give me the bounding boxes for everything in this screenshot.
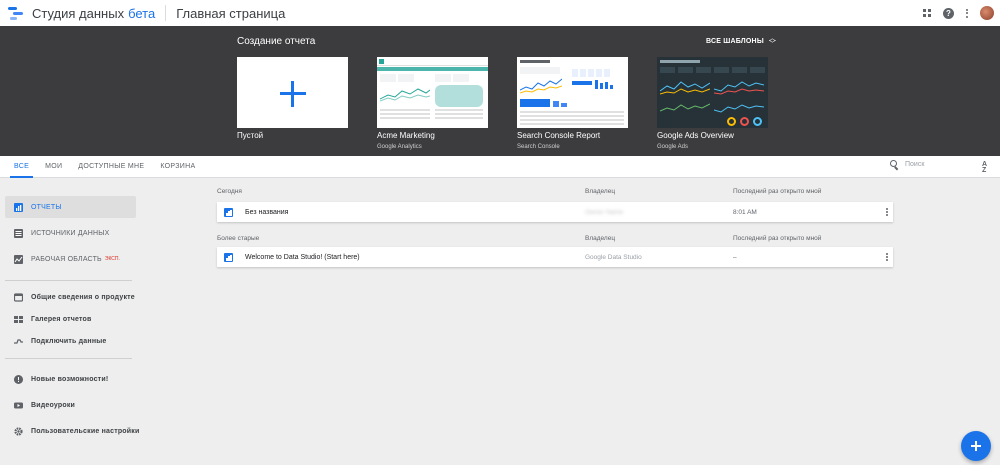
report-name[interactable]: Welcome to Data Studio! (Start here) (245, 254, 360, 261)
more-vert-icon[interactable] (886, 252, 888, 262)
template-thumbnail[interactable] (517, 57, 628, 128)
sidebar-divider (5, 358, 132, 359)
group-label-today: Сегодня (217, 188, 242, 195)
explorer-icon (14, 254, 23, 264)
sidebar-item-label: ОТЧЕТЫ (31, 203, 62, 211)
sidebar-link-video-tutorials[interactable]: Видеоуроки (5, 394, 136, 416)
report-last-opened: 8:01 AM (733, 208, 757, 216)
template-name: Google Ads Overview (657, 131, 734, 140)
whats-new-icon (14, 374, 23, 384)
sidebar-link-label: Галерея отчетов (31, 315, 92, 323)
sidebar-link-product-overview[interactable]: Общие сведения о продукте (5, 286, 136, 308)
table-row[interactable]: Без названия Owner Name 8:01 AM (217, 202, 893, 222)
sidebar-link-whats-new[interactable]: Новые возможности! (5, 368, 136, 390)
template-name: Пустой (237, 131, 264, 140)
app-name[interactable]: Студия данных (32, 6, 124, 21)
all-templates-label: ВСЕ ШАБЛОНЫ (706, 38, 764, 45)
template-source: Google Analytics (377, 144, 422, 150)
template-blank-thumbnail[interactable] (237, 57, 348, 128)
template-gallery: Создание отчета ВСЕ ШАБЛОНЫ ︿ ﹀ Пустой A… (0, 26, 1000, 156)
column-header-owner[interactable]: Владелец (585, 235, 615, 242)
template-name: Acme Marketing (377, 131, 435, 140)
search-icon[interactable] (890, 160, 899, 171)
sidebar-link-user-settings[interactable]: Пользовательские настройки (5, 420, 140, 442)
help-icon[interactable]: ? (943, 7, 954, 19)
template-source: Google Ads (657, 144, 689, 150)
labs-badge: ЭКСП. (104, 256, 120, 262)
report-name[interactable]: Без названия (245, 209, 288, 216)
tab-shared-with-me[interactable]: ДОСТУПНЫЕ МНЕ (70, 156, 152, 178)
tab-all[interactable]: ВСЕ (6, 156, 37, 178)
connect-data-icon (14, 337, 23, 346)
sidebar-link-label: Общие сведения о продукте (31, 293, 135, 301)
sidebar-item-label: РАБОЧАЯ ОБЛАСТЬ (31, 255, 102, 263)
sidebar-link-label: Подключить данные (31, 337, 107, 345)
top-app-bar: Студия данных бета Главная страница ? (0, 0, 1000, 26)
sidebar-item-data-sources[interactable]: ИСТОЧНИКИ ДАННЫХ (5, 222, 136, 244)
plus-icon (280, 81, 306, 107)
sidebar-item-label: ИСТОЧНИКИ ДАННЫХ (31, 229, 110, 237)
template-blank[interactable]: Пустой (237, 57, 348, 140)
template-acme-marketing[interactable]: Acme Marketing Google Analytics (377, 57, 488, 150)
settings-icon (14, 426, 23, 436)
apps-grid-icon[interactable] (923, 9, 931, 17)
sidebar-divider (5, 280, 132, 281)
overview-icon (14, 292, 23, 302)
sidebar-item-explorer[interactable]: РАБОЧАЯ ОБЛАСТЬ ЭКСП. (5, 248, 136, 270)
unfold-more-icon: ︿ ﹀ (768, 35, 776, 48)
gallery-icon (14, 315, 23, 324)
data-sources-icon (14, 228, 23, 238)
sidebar-item-reports[interactable]: ОТЧЕТЫ (5, 196, 136, 218)
sidebar-link-report-gallery[interactable]: Галерея отчетов (5, 308, 136, 330)
template-search-console-report[interactable]: Search Console Report Search Console (517, 57, 628, 150)
template-thumbnail[interactable] (657, 57, 768, 128)
avatar[interactable] (980, 6, 994, 20)
video-icon (14, 401, 23, 410)
template-google-ads-overview[interactable]: Google Ads Overview Google Ads (657, 57, 768, 150)
more-vert-icon[interactable] (966, 8, 968, 18)
filter-tabs: ВСЕ МОИ ДОСТУПНЫЕ МНЕ КОРЗИНА AZ (0, 156, 1000, 178)
column-header-owner[interactable]: Владелец (585, 188, 615, 195)
sort-az-icon[interactable]: AZ (982, 161, 987, 174)
report-icon (224, 207, 233, 217)
page-title: Главная страница (176, 5, 286, 21)
template-thumbnail[interactable] (377, 57, 488, 128)
sidebar-link-connect-data[interactable]: Подключить данные (5, 330, 136, 352)
template-gallery-title: Создание отчета (237, 36, 316, 47)
tab-mine[interactable]: МОИ (37, 156, 70, 178)
report-owner: Google Data Studio (585, 253, 642, 261)
create-report-button[interactable] (961, 431, 991, 461)
more-vert-icon[interactable] (886, 207, 888, 217)
title-divider (165, 5, 167, 21)
group-label-older: Более старые (217, 235, 260, 242)
tab-trash[interactable]: КОРЗИНА (152, 156, 203, 178)
table-row[interactable]: Welcome to Data Studio! (Start here) Goo… (217, 247, 893, 267)
sidebar-link-label: Пользовательские настройки (31, 427, 140, 435)
beta-label: бета (128, 5, 156, 21)
search-input[interactable] (905, 161, 967, 168)
column-header-last-opened[interactable]: Последний раз открыто мной (733, 188, 821, 195)
data-studio-logo-icon[interactable] (8, 6, 24, 20)
template-name: Search Console Report (517, 131, 601, 140)
reports-icon (14, 202, 23, 212)
report-owner: Owner Name (585, 208, 624, 216)
report-icon (224, 252, 233, 262)
all-templates-button[interactable]: ВСЕ ШАБЛОНЫ ︿ ﹀ (706, 35, 776, 48)
report-last-opened: – (733, 253, 737, 261)
search-box[interactable] (890, 160, 967, 171)
column-header-last-opened[interactable]: Последний раз открыто мной (733, 235, 821, 242)
sidebar-link-label: Видеоуроки (31, 401, 76, 409)
sidebar-link-label: Новые возможности! (31, 375, 109, 383)
template-source: Search Console (517, 144, 560, 150)
